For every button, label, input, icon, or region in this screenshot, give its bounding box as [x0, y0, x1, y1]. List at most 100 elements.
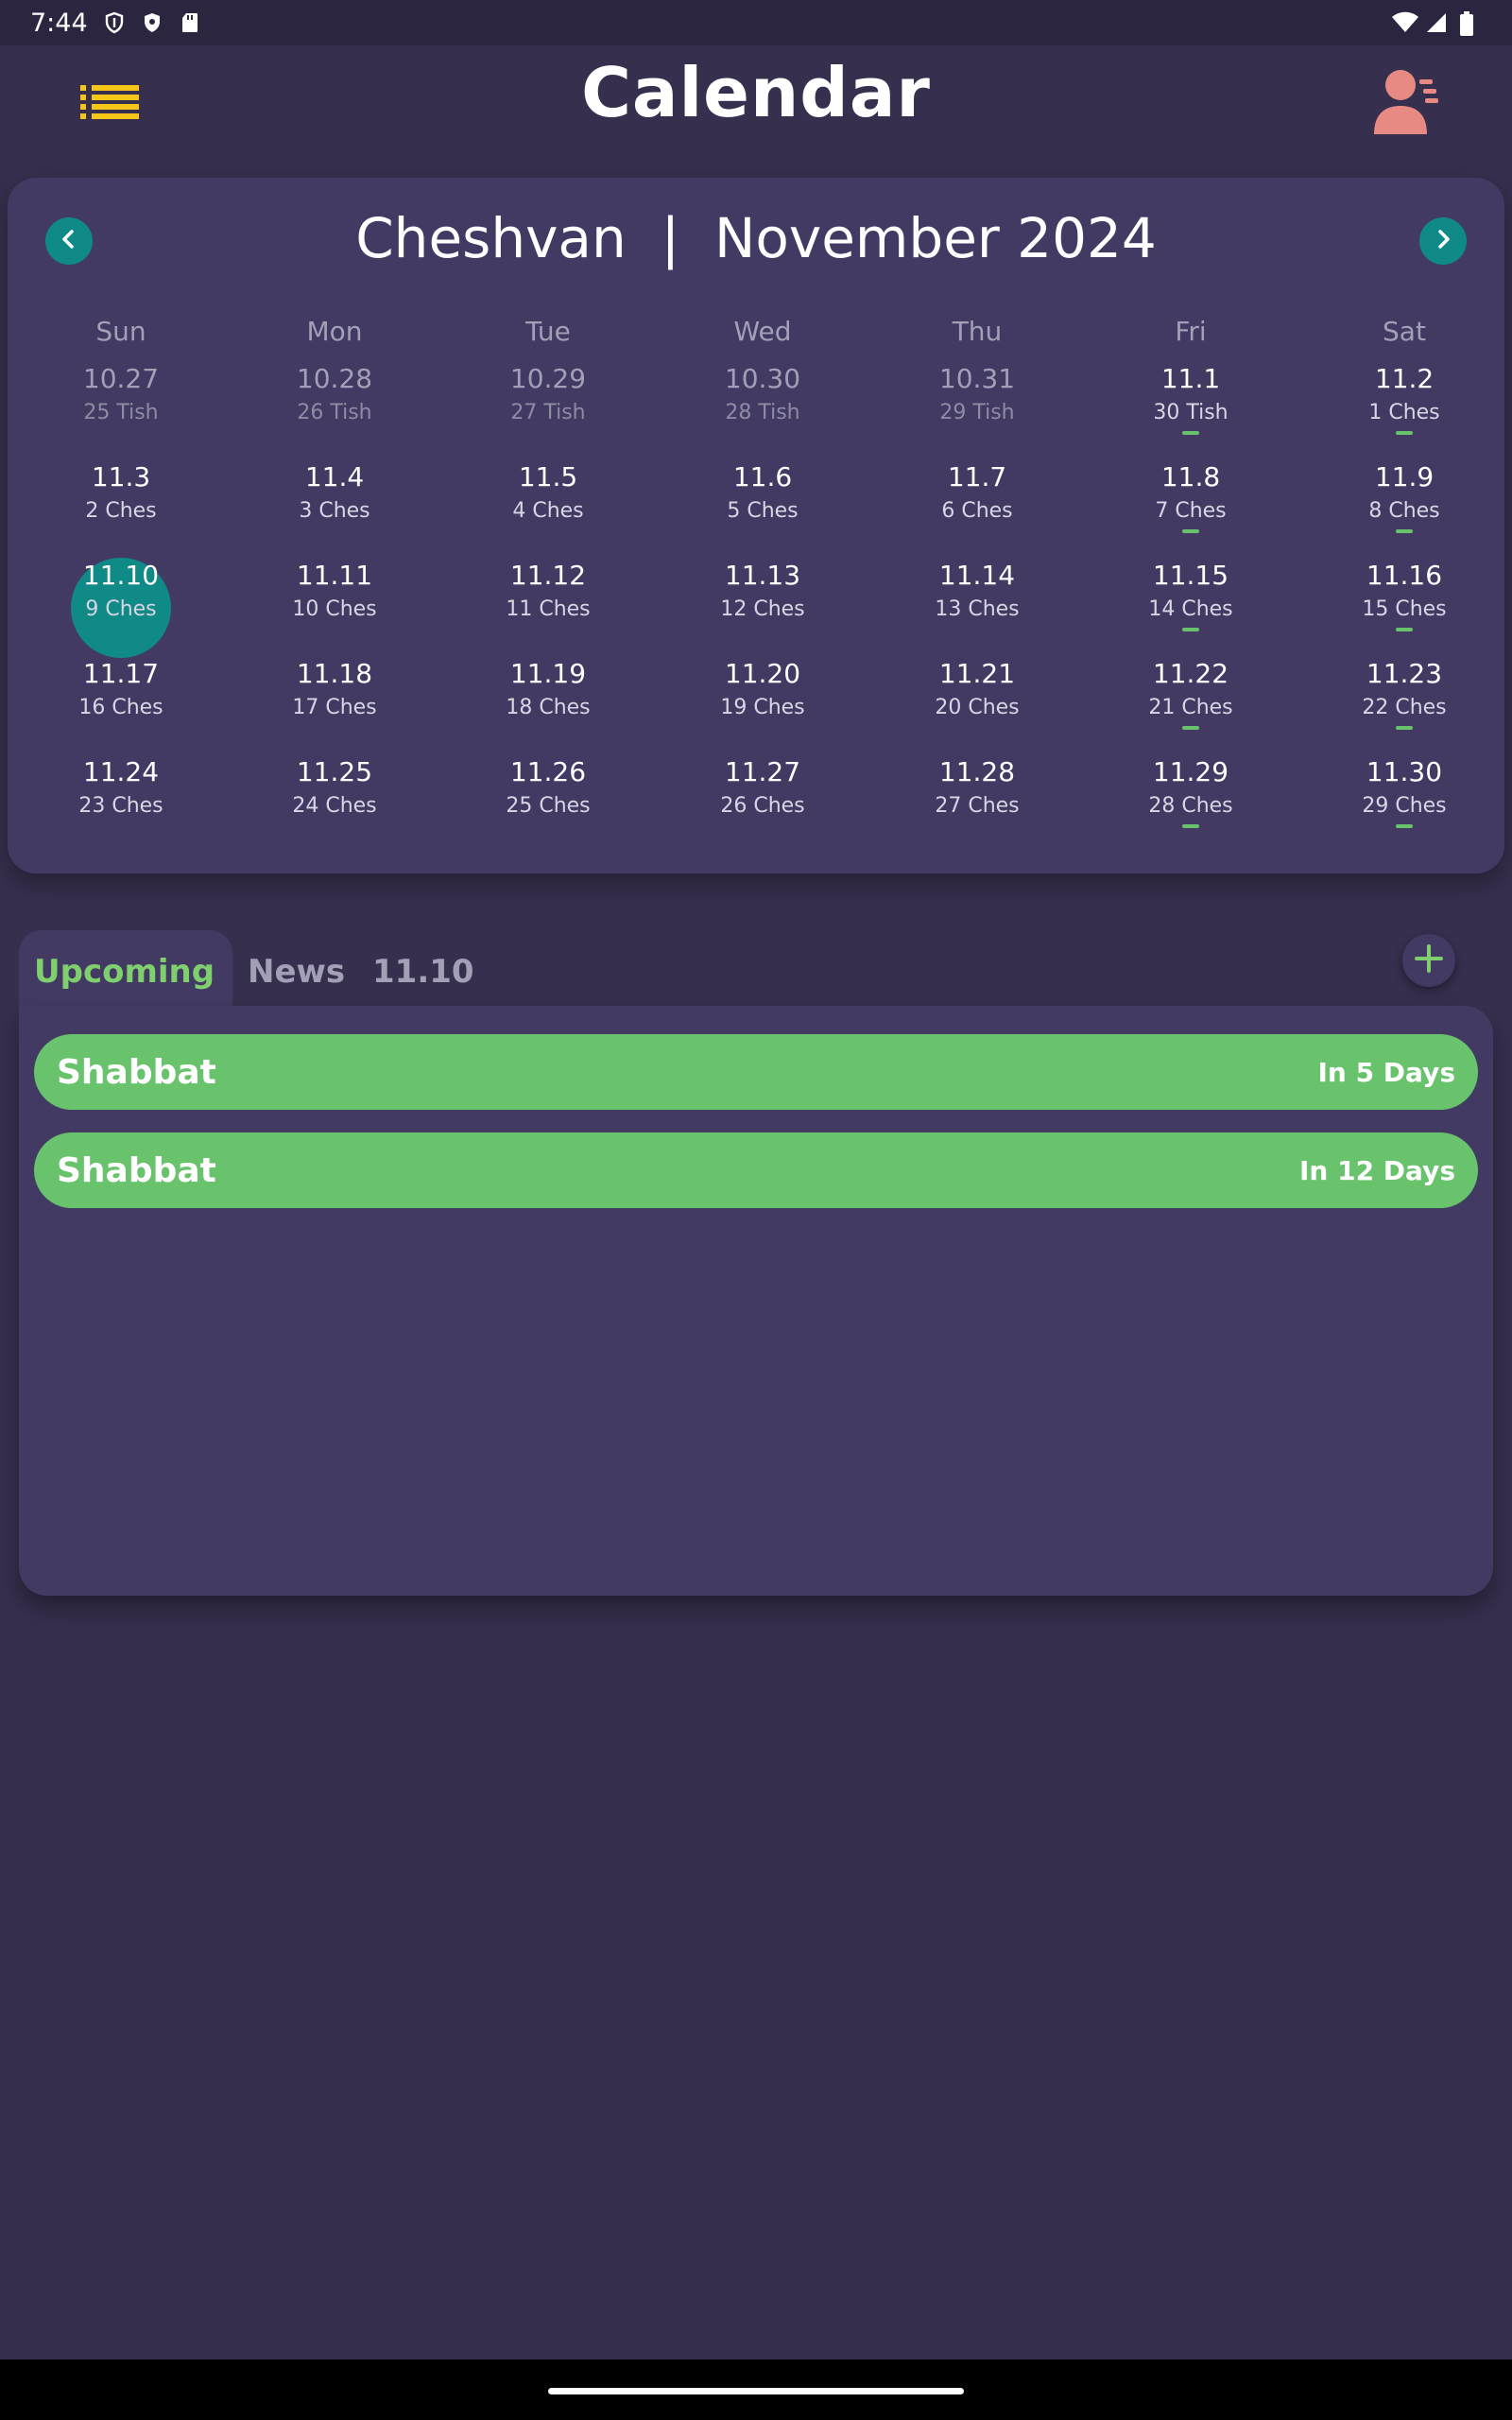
day-gregorian-date: 11.4: [304, 461, 365, 493]
day-cell[interactable]: 11.7 6 Ches: [870, 461, 1084, 560]
day-cell[interactable]: 11.4 3 Ches: [228, 461, 441, 560]
sd-card-icon: [179, 11, 201, 34]
day-gregorian-date: 11.28: [938, 756, 1016, 787]
day-cell[interactable]: 11.25 24 Ches: [228, 756, 441, 855]
day-gregorian-date: 11.12: [509, 560, 587, 591]
day-hebrew-date: 29 Ches: [1362, 794, 1447, 818]
day-cell[interactable]: 11.23 22 Ches: [1297, 658, 1511, 756]
day-gregorian-date: 11.24: [82, 756, 160, 787]
day-cell[interactable]: 11.14 13 Ches: [870, 560, 1084, 658]
day-hebrew-date: 6 Ches: [941, 499, 1013, 523]
day-gregorian-date: 11.7: [947, 461, 1007, 493]
day-hebrew-date: 27 Tish: [510, 401, 586, 424]
day-hebrew-date: 19 Ches: [720, 696, 805, 719]
day-cell[interactable]: 11.30 29 Ches: [1297, 756, 1511, 855]
next-month-button[interactable]: [1419, 217, 1467, 265]
day-cell[interactable]: 11.16 15 Ches: [1297, 560, 1511, 658]
day-hebrew-date: 9 Ches: [85, 597, 157, 621]
add-event-button[interactable]: [1402, 934, 1455, 987]
day-cell[interactable]: 11.21 20 Ches: [870, 658, 1084, 756]
day-cell[interactable]: 11.13 12 Ches: [656, 560, 869, 658]
day-gregorian-date: 11.1: [1160, 363, 1221, 394]
day-hebrew-date: 21 Ches: [1148, 696, 1233, 719]
day-hebrew-date: 24 Ches: [292, 794, 377, 818]
event-marker: [1396, 529, 1413, 533]
day-cell[interactable]: 10.31 29 Tish: [870, 363, 1084, 461]
day-cell[interactable]: 11.8 7 Ches: [1084, 461, 1297, 560]
day-gregorian-date: 10.30: [724, 363, 801, 394]
event-tabs: Upcoming News 11.10: [19, 930, 1493, 1006]
day-cell[interactable]: 11.26 25 Ches: [441, 756, 655, 855]
day-hebrew-date: 4 Ches: [512, 499, 584, 523]
event-marker: [1396, 431, 1413, 435]
day-gregorian-date: 11.30: [1366, 756, 1443, 787]
page-title: Calendar: [581, 53, 931, 132]
day-cell[interactable]: 10.29 27 Tish: [441, 363, 655, 461]
day-hebrew-date: 11 Ches: [506, 597, 591, 621]
day-cell[interactable]: 11.9 8 Ches: [1297, 461, 1511, 560]
day-cell[interactable]: 11.6 5 Ches: [656, 461, 869, 560]
day-gregorian-date: 11.9: [1374, 461, 1435, 493]
day-hebrew-date: 29 Tish: [939, 401, 1015, 424]
day-hebrew-date: 20 Ches: [935, 696, 1020, 719]
day-cell[interactable]: 11.17 16 Ches: [14, 658, 228, 756]
day-cell[interactable]: 11.5 4 Ches: [441, 461, 655, 560]
day-gregorian-date: 10.28: [296, 363, 373, 394]
event-item[interactable]: Shabbat In 12 Days: [34, 1132, 1478, 1208]
system-nav-bar: [0, 2360, 1512, 2420]
day-cell-selected[interactable]: 11.10 9 Ches: [14, 558, 228, 658]
day-cell[interactable]: 10.27 25 Tish: [14, 363, 228, 461]
day-cell[interactable]: 11.3 2 Ches: [14, 461, 228, 560]
day-cell[interactable]: 11.19 18 Ches: [441, 658, 655, 756]
day-gregorian-date: 11.23: [1366, 658, 1443, 689]
day-hebrew-date: 27 Ches: [935, 794, 1020, 818]
weekday-wed: Wed: [733, 316, 792, 347]
day-cell[interactable]: 11.2 1 Ches: [1297, 363, 1511, 461]
day-gregorian-date: 10.29: [509, 363, 587, 394]
day-hebrew-date: 1 Ches: [1368, 401, 1440, 424]
day-cell[interactable]: 11.15 14 Ches: [1084, 560, 1297, 658]
event-name: Shabbat: [57, 1052, 216, 1092]
day-cell[interactable]: 11.12 11 Ches: [441, 560, 655, 658]
tab-news[interactable]: News: [232, 930, 360, 1006]
wifi-icon: [1391, 11, 1418, 34]
day-cell[interactable]: 11.24 23 Ches: [14, 756, 228, 855]
day-hebrew-date: 26 Tish: [297, 401, 372, 424]
weekday-fri: Fri: [1175, 316, 1207, 347]
day-cell[interactable]: 11.27 26 Ches: [656, 756, 869, 855]
day-gregorian-date: 10.27: [82, 363, 160, 394]
event-countdown: In 5 Days: [1317, 1056, 1455, 1088]
day-cell[interactable]: 11.1 30 Tish: [1084, 363, 1297, 461]
shield-icon: [103, 11, 126, 34]
home-indicator[interactable]: [548, 2388, 964, 2394]
status-bar: 7:44: [0, 0, 1512, 45]
day-hebrew-date: 18 Ches: [506, 696, 591, 719]
day-cell[interactable]: 11.29 28 Ches: [1084, 756, 1297, 855]
day-cell[interactable]: 10.30 28 Tish: [656, 363, 869, 461]
day-hebrew-date: 2 Ches: [85, 499, 157, 523]
day-gregorian-date: 11.3: [91, 461, 151, 493]
day-gregorian-date: 11.18: [296, 658, 373, 689]
event-marker: [1182, 431, 1199, 435]
day-cell[interactable]: 11.11 10 Ches: [228, 560, 441, 658]
status-time: 7:44: [30, 8, 88, 38]
event-marker: [1396, 726, 1413, 730]
day-cell[interactable]: 11.18 17 Ches: [228, 658, 441, 756]
weekday-tue: Tue: [525, 316, 571, 347]
event-item[interactable]: Shabbat In 5 Days: [34, 1034, 1478, 1110]
profile-button[interactable]: [1370, 62, 1446, 138]
day-gregorian-date: 11.13: [724, 560, 801, 591]
day-hebrew-date: 22 Ches: [1362, 696, 1447, 719]
event-marker: [1396, 628, 1413, 631]
day-cell[interactable]: 10.28 26 Tish: [228, 363, 441, 461]
tab-selected-date[interactable]: 11.10: [357, 930, 490, 1006]
tab-upcoming[interactable]: Upcoming: [19, 930, 232, 1006]
day-cell[interactable]: 11.28 27 Ches: [870, 756, 1084, 855]
day-gregorian-date: 11.2: [1374, 363, 1435, 394]
weekday-thu: Thu: [952, 316, 1003, 347]
day-cell[interactable]: 11.22 21 Ches: [1084, 658, 1297, 756]
plus-icon: [1414, 943, 1444, 977]
day-cell[interactable]: 11.20 19 Ches: [656, 658, 869, 756]
month-title: Cheshvan | November 2024: [355, 206, 1157, 270]
day-gregorian-date: 11.29: [1152, 756, 1229, 787]
